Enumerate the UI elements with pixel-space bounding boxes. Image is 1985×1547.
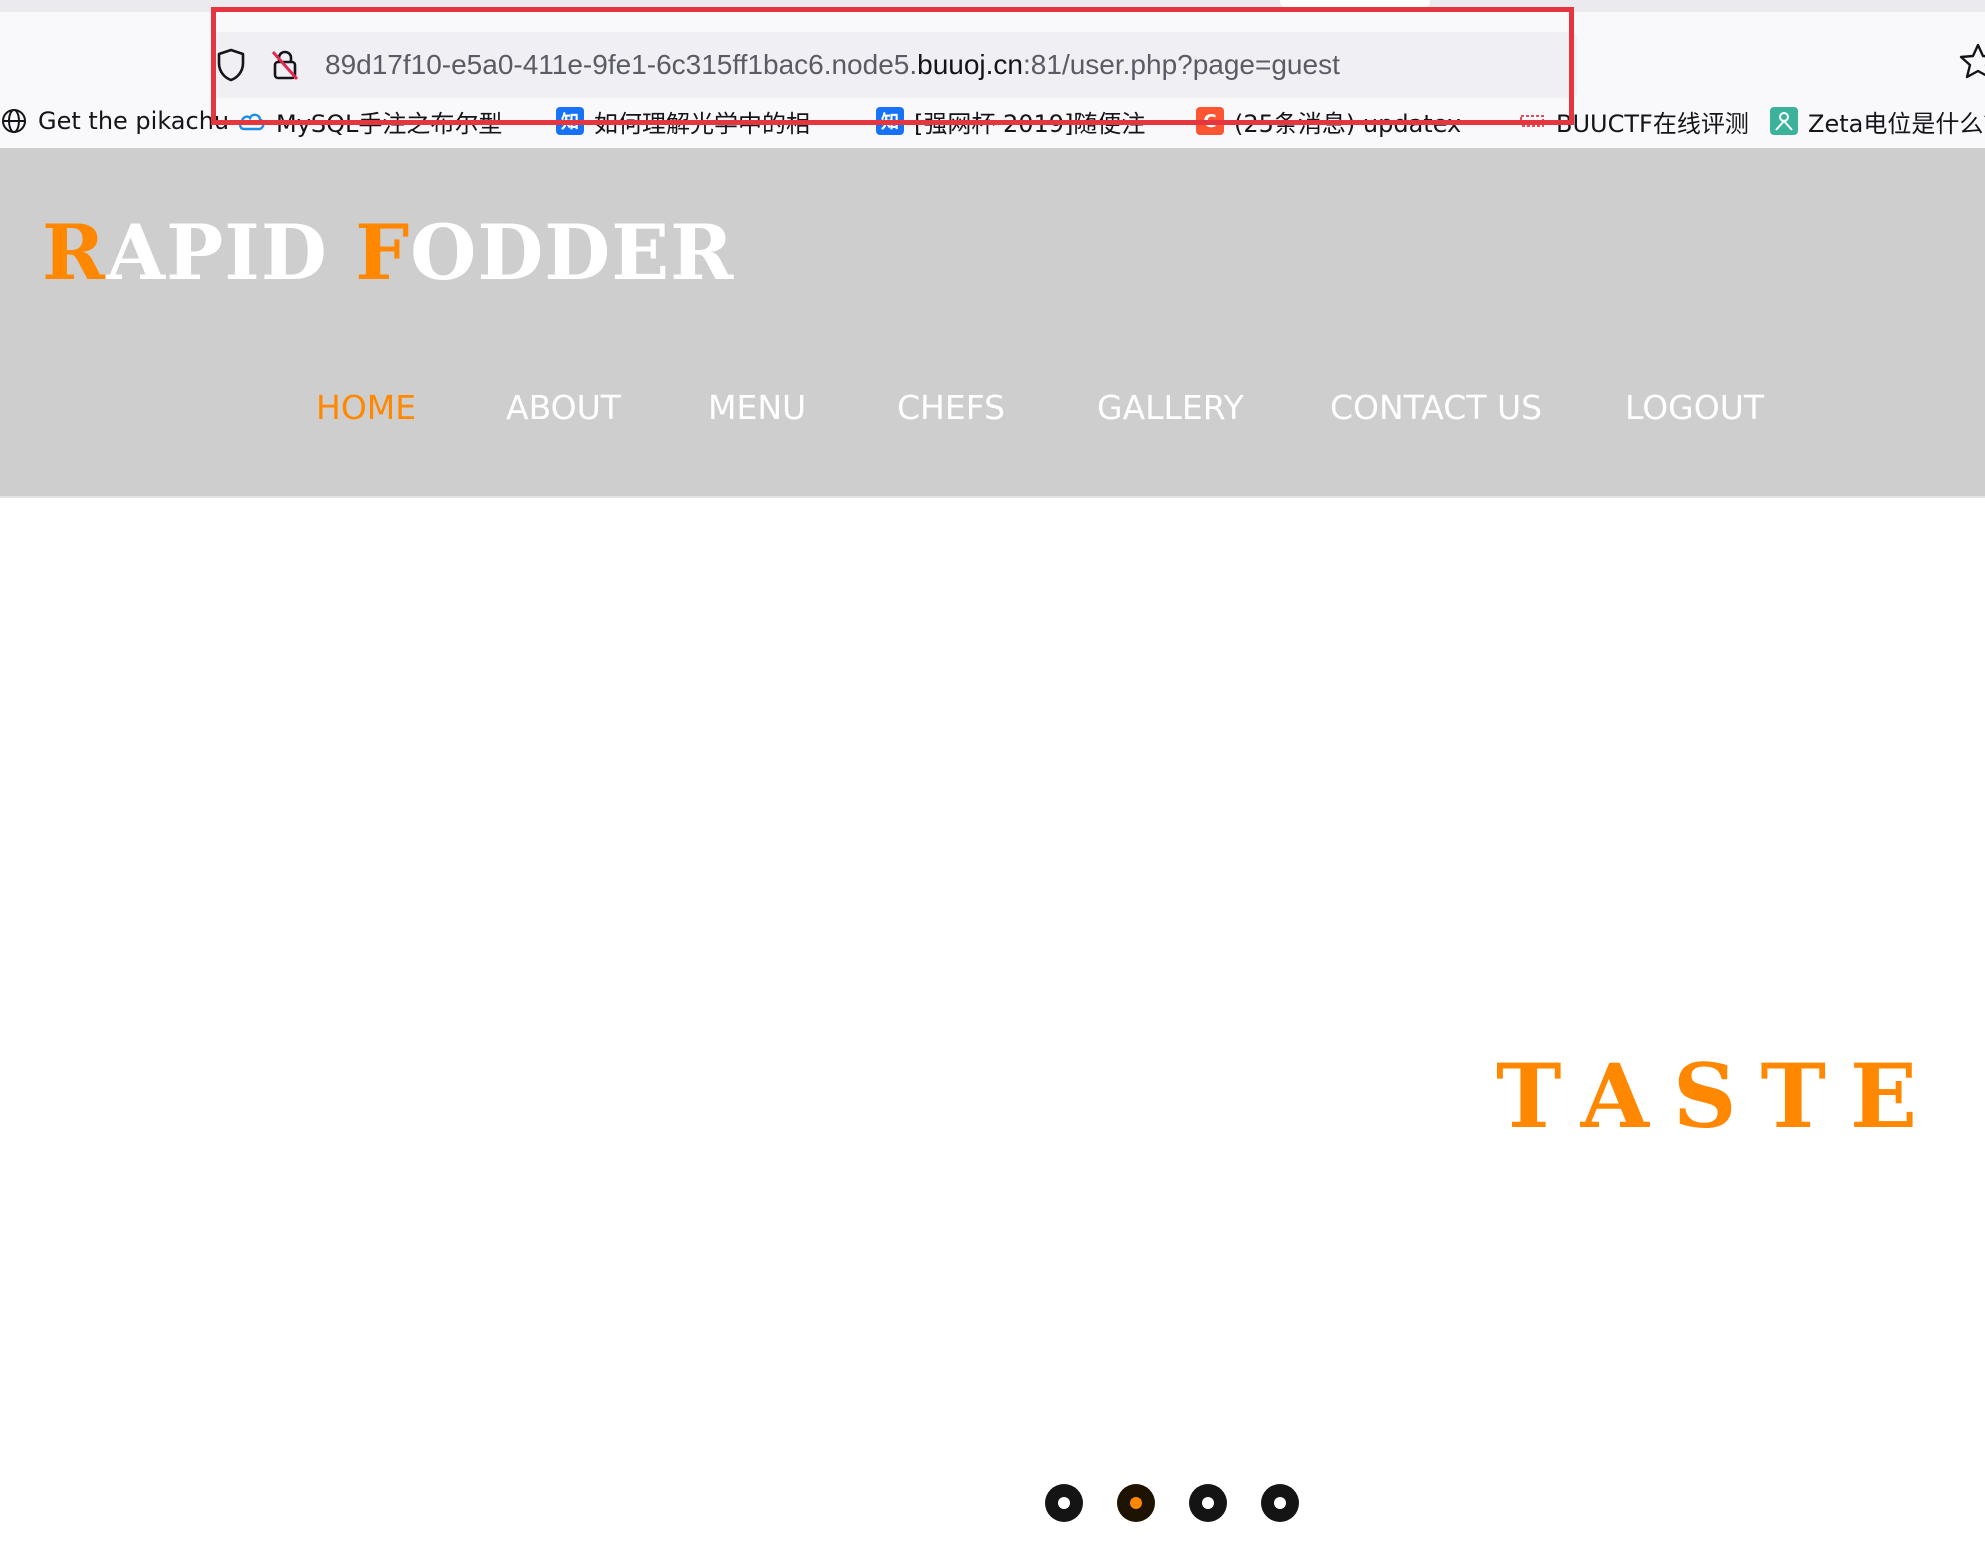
star-icon[interactable] <box>1958 42 1985 86</box>
nav-chefs[interactable]: CHEFS <box>897 388 1005 427</box>
bookmark-item[interactable]: Zeta电位是什么？ <box>1770 100 1985 142</box>
zeta-icon <box>1770 107 1798 135</box>
logo-initial: R <box>42 208 107 297</box>
bookmark-label: Zeta电位是什么？ <box>1808 109 1985 138</box>
logo-text: APID <box>106 208 356 297</box>
bookmark-label: Get the pikachu <box>38 107 230 135</box>
slider-dot-active[interactable] <box>1117 1484 1155 1522</box>
slider-dot[interactable] <box>1261 1484 1299 1522</box>
logo-initial: F <box>355 208 411 297</box>
site-header: RAPID FODDER HOME ABOUT MENU CHEFS GALLE… <box>0 148 1985 498</box>
nav-logout[interactable]: LOGOUT <box>1625 388 1764 427</box>
nav-gallery[interactable]: GALLERY <box>1097 388 1244 427</box>
bookmark-label: BUUCTF在线评测 <box>1556 109 1749 138</box>
globe-icon <box>0 107 28 135</box>
slider-pagination <box>1045 1484 1305 1524</box>
hero-headline: TASTE <box>1496 1044 1942 1148</box>
url-highlight-annotation <box>211 7 1574 125</box>
main-nav: HOME ABOUT MENU CHEFS GALLERY CONTACT US… <box>0 388 1985 438</box>
nav-about[interactable]: ABOUT <box>506 388 621 427</box>
slider-dot[interactable] <box>1045 1484 1083 1522</box>
logo-text: ODDER <box>410 208 735 297</box>
bookmark-item[interactable]: Get the pikachu <box>0 100 229 142</box>
nav-home[interactable]: HOME <box>316 388 416 427</box>
nav-contact-us[interactable]: CONTACT US <box>1330 388 1542 427</box>
slider-dot[interactable] <box>1189 1484 1227 1522</box>
nav-menu[interactable]: MENU <box>708 388 806 427</box>
site-logo[interactable]: RAPID FODDER <box>42 208 734 297</box>
